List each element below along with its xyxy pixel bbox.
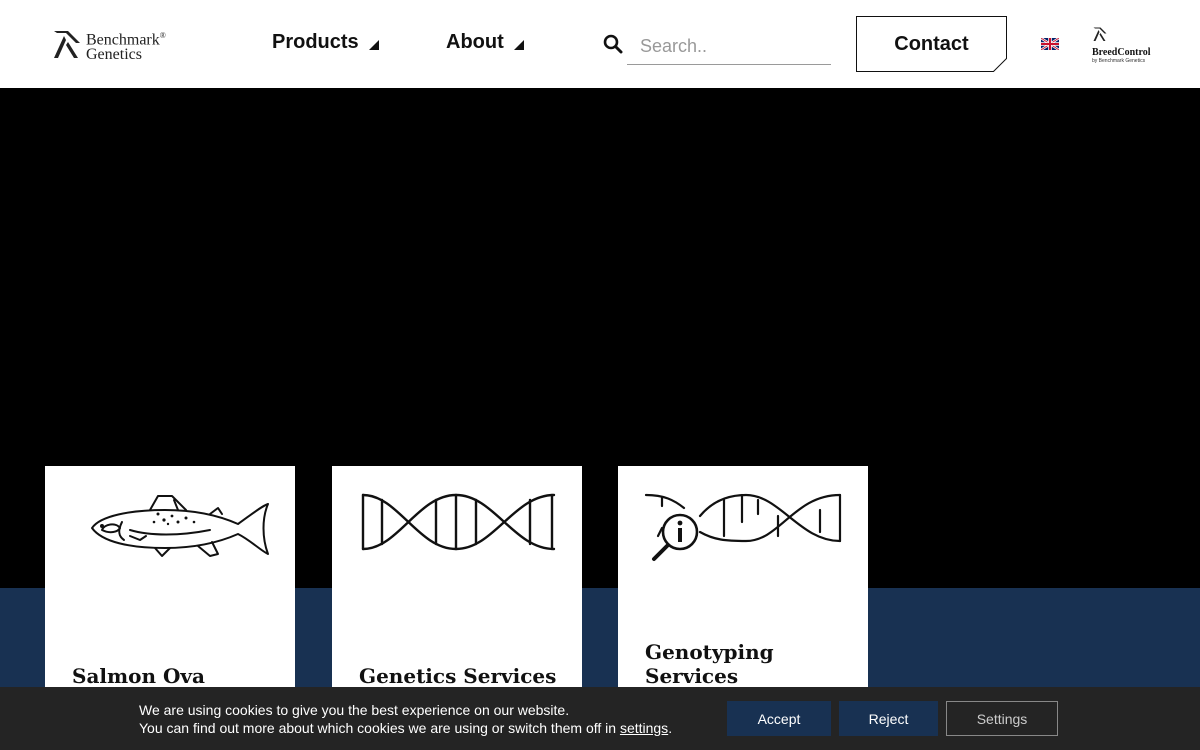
- logo-line2: Genetics: [86, 46, 142, 64]
- card-salmon-ova[interactable]: Salmon Ova: [45, 466, 295, 688]
- logo-wordmark: Benchmark® Genetics: [86, 28, 166, 64]
- salmon-icon: [91, 495, 269, 557]
- cookie-line2: You can find out more about which cookie…: [139, 719, 672, 737]
- benchmark-genetics-logo[interactable]: Benchmark® Genetics: [52, 28, 166, 64]
- search-icon[interactable]: [603, 34, 623, 54]
- triangle-down-icon: [513, 39, 524, 50]
- nav-products[interactable]: Products: [272, 31, 380, 54]
- site-header: Benchmark® Genetics Products About Conta…: [0, 0, 1200, 88]
- logo-registered-mark: ®: [159, 31, 166, 40]
- dna-magnifier-icon: [644, 493, 842, 561]
- reject-button[interactable]: Reject: [839, 701, 938, 736]
- breedcontrol-subtitle: by Benchmark Genetics: [1092, 58, 1146, 64]
- card-title: Genotyping Services: [645, 640, 774, 688]
- breedcontrol-title: BreedControl: [1092, 47, 1151, 58]
- dna-icon: [361, 493, 556, 551]
- breedcontrol-mark-icon: [1093, 27, 1107, 41]
- contact-button[interactable]: Contact: [856, 16, 1007, 72]
- breedcontrol-logo[interactable]: BreedControl by Benchmark Genetics: [1092, 26, 1151, 64]
- triangle-down-icon: [368, 39, 379, 50]
- benchmark-logo-icon: [54, 31, 80, 58]
- contact-button-label: Contact: [894, 32, 969, 55]
- cookie-message: We are using cookies to give you the bes…: [139, 701, 672, 737]
- cookie-line2-text: You can find out more about which cookie…: [139, 720, 620, 736]
- card-title: Genetics Services: [359, 664, 557, 688]
- cookie-line1: We are using cookies to give you the bes…: [139, 702, 570, 718]
- card-title: Salmon Ova: [72, 664, 206, 688]
- search-input[interactable]: [627, 28, 831, 65]
- contact-corner-notch: [993, 58, 1007, 72]
- uk-flag-icon[interactable]: [1041, 38, 1059, 50]
- settings-button[interactable]: Settings: [946, 701, 1058, 736]
- card-genetics-services[interactable]: Genetics Services: [332, 466, 582, 688]
- nav-about[interactable]: About: [446, 31, 525, 54]
- cookie-banner: We are using cookies to give you the bes…: [0, 687, 1200, 750]
- cookie-settings-link[interactable]: settings: [620, 720, 668, 736]
- nav-products-label: Products: [272, 31, 359, 53]
- cookie-line2-suffix: .: [668, 720, 673, 736]
- nav-about-label: About: [446, 31, 504, 53]
- card-genotyping-services[interactable]: Genotyping Services: [618, 466, 868, 688]
- accept-button[interactable]: Accept: [727, 701, 831, 736]
